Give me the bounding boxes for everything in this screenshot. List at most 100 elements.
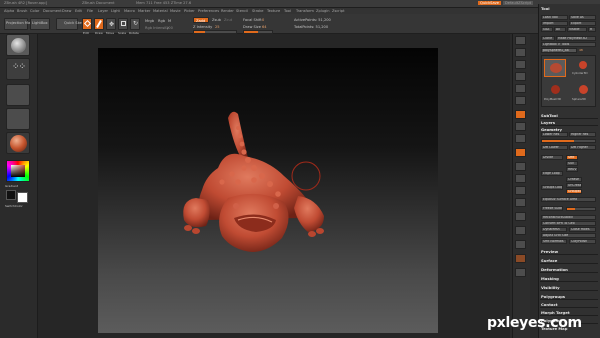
actual-button[interactable] (515, 84, 526, 93)
quicksave-button[interactable]: QuickSave (478, 1, 501, 5)
secondary-color-swatch[interactable] (6, 190, 16, 200)
del-higher-button[interactable]: Del Higher (569, 145, 596, 150)
freeze-subdiv-button[interactable]: Freeze Subdivision Levels (541, 206, 563, 211)
menu-transform[interactable]: Transform (296, 9, 314, 13)
suv-toggle[interactable]: Suv (566, 161, 578, 166)
dynamesh-button[interactable]: DynaMesh (541, 227, 567, 232)
lower-res-button[interactable]: Lower Res (541, 132, 568, 137)
convert-bpr-button[interactable]: Convert BPR To Geo (541, 221, 596, 226)
local-button[interactable] (515, 134, 526, 143)
menu-preferences[interactable]: Preferences (198, 9, 219, 13)
zsub-button[interactable]: Zsub (212, 18, 221, 22)
zadd-button[interactable]: Zadd (193, 17, 209, 23)
default-zscript-button[interactable]: DefaultZScript (503, 1, 534, 5)
xyz-button[interactable] (515, 148, 526, 157)
rgb-toggle[interactable]: Rgb (158, 19, 165, 23)
texture-thumbnail[interactable] (6, 108, 30, 130)
goz-button[interactable]: GoZ (541, 27, 553, 32)
gradient-label[interactable]: Gradient (5, 184, 18, 188)
adjust-grid-button[interactable]: Adjust Grid Size (541, 233, 596, 238)
import-button[interactable]: Import (541, 21, 568, 26)
menu-render[interactable]: Render (221, 9, 234, 13)
del-lower-button[interactable]: Del Lower (541, 145, 568, 150)
menu-file[interactable]: File (87, 9, 93, 13)
menu-layer[interactable]: Layer (98, 9, 108, 13)
move-view-button[interactable] (515, 174, 526, 183)
higher-res-button[interactable]: Higher Res (569, 132, 596, 137)
m-toggle[interactable]: M (168, 19, 171, 23)
floor-button[interactable] (515, 122, 526, 131)
export-button[interactable]: Export (569, 21, 596, 26)
solo-button[interactable] (515, 254, 526, 263)
primary-color-swatch[interactable] (17, 192, 28, 203)
material-thumbnail[interactable] (6, 132, 30, 154)
menu-marker[interactable]: Marker (138, 9, 150, 13)
save-as-button[interactable]: Save As (569, 15, 596, 20)
menu-zplugin[interactable]: Zplugin (316, 9, 330, 13)
draw-button[interactable] (94, 18, 104, 30)
groups-loops-button[interactable]: Groups Loops (541, 185, 563, 190)
zoom-button[interactable] (515, 72, 526, 81)
persp-button[interactable] (515, 110, 526, 119)
uncrease-button[interactable]: UnCrease (566, 183, 582, 188)
menu-picker[interactable]: Picker (184, 9, 195, 13)
menu-color[interactable]: Color (30, 9, 39, 13)
reconstruct-subdiv-button[interactable]: ReconstructSubdiv (541, 215, 596, 220)
stroke-thumbnail[interactable]: ⁘⁘ (6, 58, 30, 80)
claypolish-button[interactable]: ClayPolish (569, 239, 596, 244)
divide-button[interactable]: Divide (541, 155, 563, 160)
frame-button[interactable] (515, 162, 526, 171)
move-button[interactable]: ✥ (106, 18, 116, 30)
reuv-toggle[interactable]: ReUV (566, 167, 578, 172)
smt-toggle[interactable]: Smt (566, 155, 578, 160)
close-holes-button[interactable]: Close Holes (569, 227, 596, 232)
load-tool-button[interactable]: Load Tool (541, 15, 568, 20)
menu-brush[interactable]: Brush (17, 9, 27, 13)
edge-loop-button[interactable]: Edge Loop (541, 171, 563, 176)
menu-alpha[interactable]: Alpha (4, 9, 14, 13)
polyf-button[interactable] (515, 212, 526, 221)
r-button[interactable]: R (588, 27, 596, 32)
menu-movie[interactable]: Movie (170, 9, 181, 13)
menu-stroke[interactable]: Stroke (252, 9, 263, 13)
mrgb-toggle[interactable]: Mrgb (145, 19, 154, 23)
spix-button[interactable] (515, 48, 526, 57)
edit-button[interactable] (82, 18, 92, 30)
brush-thumbnail[interactable] (6, 34, 30, 56)
rotate-view-button[interactable] (515, 198, 526, 207)
color-picker-square[interactable] (11, 165, 25, 177)
menu-stencil[interactable]: Stencil (236, 9, 248, 13)
equasiz-button[interactable]: EquaSiz Surface Area (541, 197, 596, 202)
menu-light[interactable]: Light (111, 9, 120, 13)
current-tool-field[interactable]: polySphere1_48 (541, 48, 577, 53)
color-picker[interactable] (6, 160, 30, 182)
rotate-button[interactable]: ↻ (130, 18, 140, 30)
groupssplit-button[interactable]: GroupsSplit (566, 189, 582, 194)
menu-texture[interactable]: Texture (267, 9, 280, 13)
transp-button[interactable] (515, 226, 526, 235)
zcut-button[interactable]: Zcut (224, 18, 232, 22)
scale-view-button[interactable] (515, 186, 526, 195)
make-polymesh-button[interactable]: Make PolyMesh3D (556, 36, 596, 41)
lightbox-tools-button[interactable]: Lightbox > Tools (541, 42, 596, 47)
menu-edit[interactable]: Edit (75, 9, 82, 13)
menu-zscript[interactable]: Zscript (332, 9, 344, 13)
menu-draw[interactable]: Draw (62, 9, 71, 13)
smt-normals-button[interactable]: Smt Normals (541, 239, 567, 244)
tool-thumbnail-cylinder[interactable]: Cylinder3D (572, 59, 594, 77)
sdiv-slider[interactable] (541, 139, 596, 143)
scroll-button[interactable] (515, 60, 526, 69)
menu-tool[interactable]: Tool (284, 9, 291, 13)
bpr-button[interactable] (515, 36, 526, 45)
ghost-button[interactable] (515, 240, 526, 249)
crease-button[interactable]: Crease (566, 177, 582, 182)
tool-thumbnail-polymesh[interactable]: PolyMesh3D (544, 82, 566, 104)
visible-button[interactable]: Visible (567, 27, 587, 32)
scale-button[interactable] (118, 18, 128, 30)
canvas[interactable] (98, 48, 438, 333)
clone-button[interactable]: Clone (541, 36, 555, 41)
menu-material[interactable]: Material (153, 9, 168, 13)
tool-thumbnail-sphere[interactable]: Sphere3D (572, 82, 594, 104)
menu-macro[interactable]: Macro (124, 9, 135, 13)
switch-color-label[interactable]: SwitchColor (5, 204, 23, 208)
